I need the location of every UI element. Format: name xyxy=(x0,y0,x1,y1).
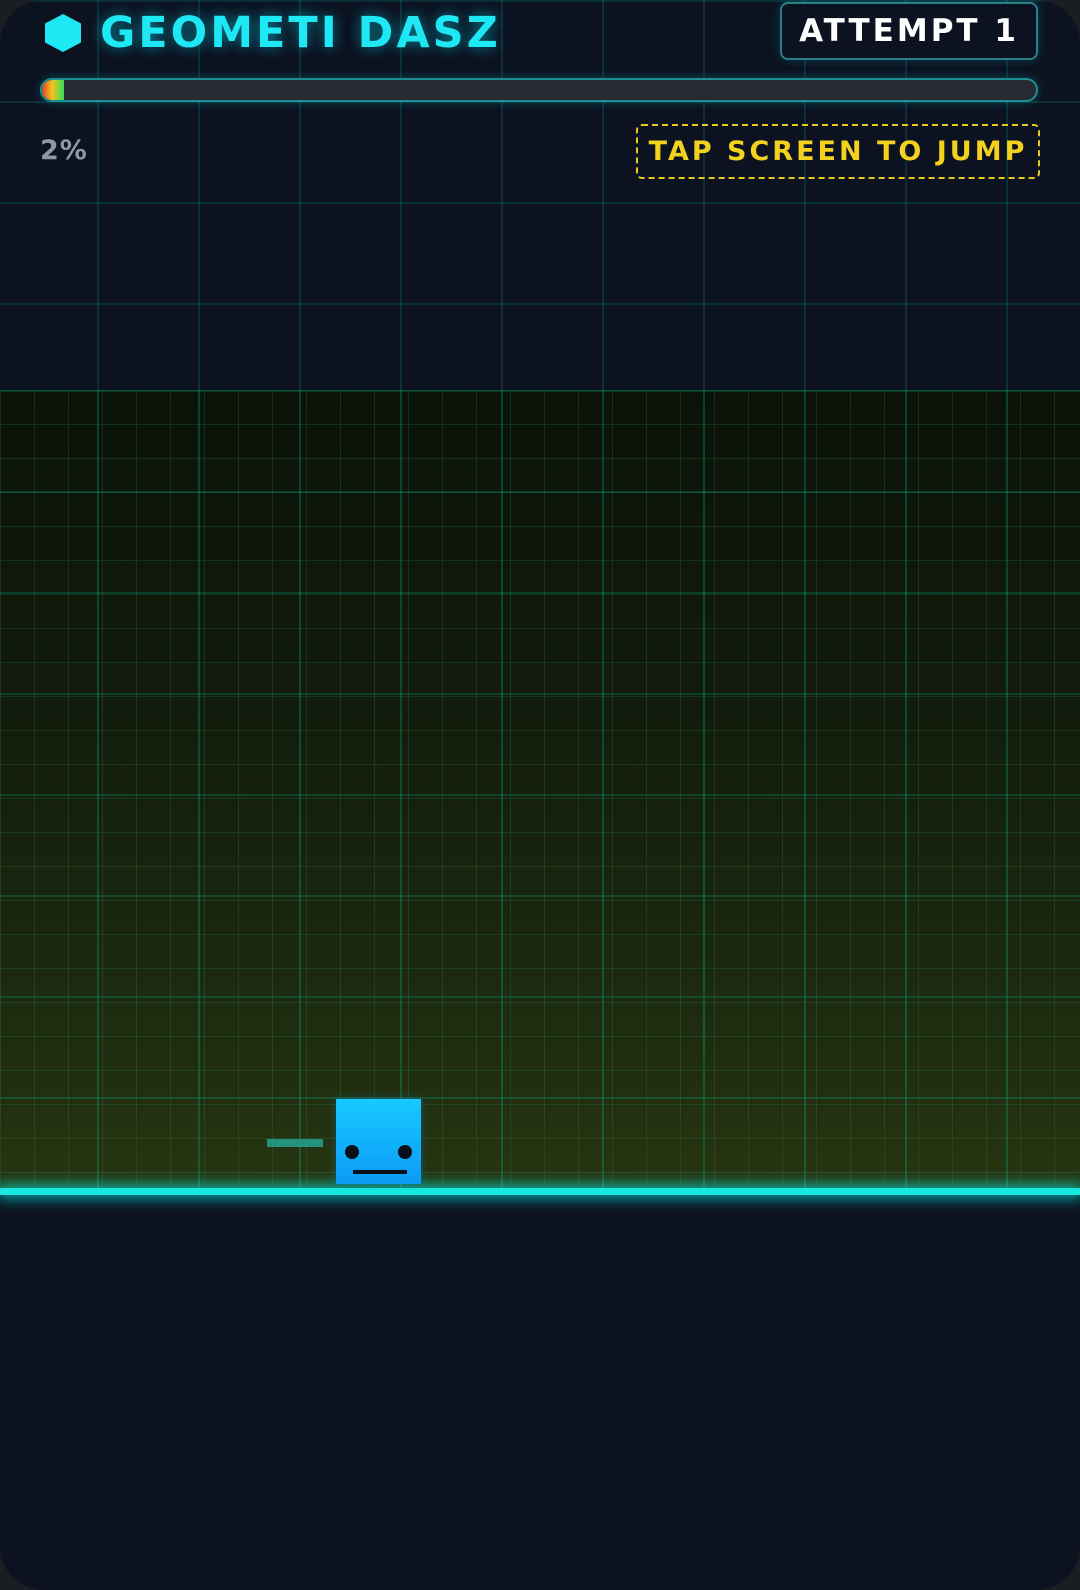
progress-bar-fill xyxy=(42,80,64,100)
attempt-counter: ATTEMPT 1 xyxy=(780,2,1038,60)
floor xyxy=(0,1192,1080,1590)
progress-bar xyxy=(40,78,1038,102)
progress-percent: 2% xyxy=(40,135,88,166)
player-right-eye xyxy=(398,1145,412,1159)
play-field[interactable] xyxy=(0,390,1080,1192)
player-cube xyxy=(336,1099,421,1184)
player-trail xyxy=(267,1139,323,1147)
hexagon-icon xyxy=(45,14,81,52)
tap-to-jump-hint: TAP SCREEN TO JUMP xyxy=(636,124,1040,179)
game-screen[interactable]: GEOMETI DASZ ATTEMPT 1 2% TAP SCREEN TO … xyxy=(0,0,1080,1590)
player-left-eye xyxy=(345,1145,359,1159)
ground-line xyxy=(0,1188,1080,1195)
game-title: GEOMETI DASZ xyxy=(100,8,501,58)
player-mouth xyxy=(353,1170,407,1174)
